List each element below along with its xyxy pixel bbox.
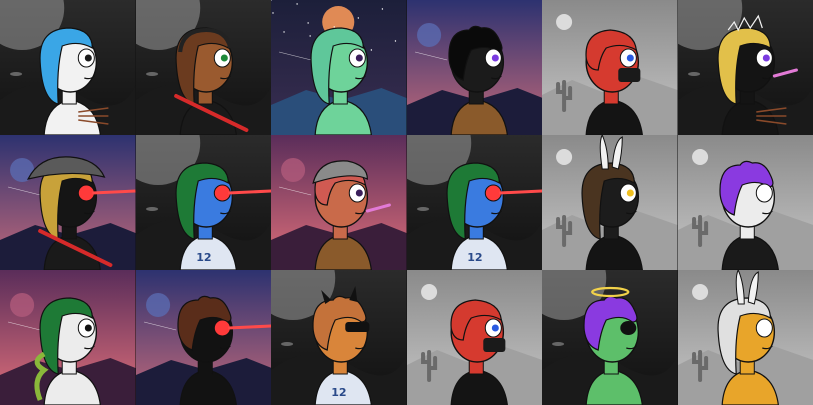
moon-shape xyxy=(691,149,708,165)
avatar-tile[interactable] xyxy=(542,0,678,135)
star-dot xyxy=(333,26,335,28)
avatar-artwork xyxy=(135,0,271,135)
star-dot xyxy=(309,35,311,37)
star-dot xyxy=(394,40,397,42)
star-dot xyxy=(381,8,384,10)
laser-eye xyxy=(77,184,95,202)
laser-eye xyxy=(484,184,502,202)
star-dot xyxy=(307,22,309,24)
laser-beam xyxy=(92,189,136,195)
moon-shape xyxy=(556,14,573,30)
star-dot xyxy=(272,12,274,14)
ufo-shape xyxy=(281,342,294,346)
ufo-shape xyxy=(145,72,158,76)
eye-iris xyxy=(84,54,92,62)
avatar-artwork xyxy=(271,135,407,270)
ufo-shape xyxy=(552,342,565,346)
moon-shape xyxy=(416,23,441,47)
ufo-shape xyxy=(416,207,429,211)
laser-eye xyxy=(213,319,231,337)
avatar-artwork xyxy=(677,0,813,135)
laser-beam xyxy=(227,324,271,330)
face-mask xyxy=(482,338,505,352)
avatar-tile[interactable] xyxy=(0,270,136,405)
star-dot xyxy=(283,31,285,33)
avatar-tile[interactable] xyxy=(677,0,813,135)
sunglasses-shape xyxy=(345,322,370,332)
avatar-tile[interactable] xyxy=(271,0,407,135)
avatar-tile[interactable] xyxy=(406,0,542,135)
laser-beam xyxy=(498,189,542,195)
eye-iris xyxy=(626,189,634,197)
moon-shape xyxy=(691,284,708,300)
avatar-tile[interactable] xyxy=(677,270,813,405)
avatar-tile[interactable] xyxy=(271,135,407,270)
avatar-artwork xyxy=(271,0,407,135)
eye-iris xyxy=(220,54,228,62)
eye-iris xyxy=(762,54,770,62)
avatar-artwork: 12 xyxy=(406,135,542,270)
ufo-shape xyxy=(687,72,700,76)
avatar-artwork: 12 xyxy=(271,270,407,405)
avatar-artwork xyxy=(0,0,136,135)
star-dot xyxy=(296,3,298,5)
eyepatch-shape xyxy=(620,321,637,335)
avatar-tile[interactable]: 12 xyxy=(406,135,542,270)
jersey-number: 12 xyxy=(331,386,346,399)
avatar-tile[interactable] xyxy=(0,135,136,270)
moon-shape xyxy=(281,158,306,182)
avatar-tile[interactable] xyxy=(406,270,542,405)
nft-avatar-grid: 12 12 12 xyxy=(0,0,813,405)
avatar-artwork: 12 xyxy=(135,135,271,270)
star-dot xyxy=(370,49,373,51)
eye-iris xyxy=(626,54,634,62)
eye-iris xyxy=(355,189,363,197)
avatar-tile[interactable] xyxy=(542,270,678,405)
ufo-shape xyxy=(10,72,23,76)
avatar-artwork xyxy=(406,0,542,135)
avatar-artwork xyxy=(542,0,678,135)
star-dot xyxy=(357,17,360,19)
avatar-tile[interactable]: 12 xyxy=(271,270,407,405)
avatar-artwork xyxy=(542,270,678,405)
avatar-artwork xyxy=(135,270,271,405)
face-mask xyxy=(618,68,641,82)
jersey-number: 12 xyxy=(196,251,211,264)
eye-iris xyxy=(491,324,499,332)
eye-iris xyxy=(762,324,770,332)
moon-shape xyxy=(556,149,573,165)
avatar-tile[interactable] xyxy=(135,0,271,135)
avatar-artwork xyxy=(0,270,136,405)
eye-iris xyxy=(355,54,363,62)
avatar-tile[interactable] xyxy=(135,270,271,405)
eye-iris xyxy=(84,324,92,332)
eye-iris xyxy=(762,189,770,197)
jersey-number: 12 xyxy=(467,251,482,264)
avatar-tile[interactable] xyxy=(677,135,813,270)
avatar-artwork xyxy=(542,135,678,270)
avatar-tile[interactable] xyxy=(0,0,136,135)
moon-shape xyxy=(420,284,437,300)
laser-beam xyxy=(227,189,271,195)
laser-eye xyxy=(213,184,231,202)
moon-shape xyxy=(10,293,35,317)
ufo-shape xyxy=(145,207,158,211)
avatar-artwork xyxy=(677,135,813,270)
avatar-artwork xyxy=(0,135,136,270)
avatar-tile[interactable] xyxy=(542,135,678,270)
eye-iris xyxy=(491,54,499,62)
avatar-tile[interactable]: 12 xyxy=(135,135,271,270)
avatar-artwork xyxy=(406,270,542,405)
moon-shape xyxy=(145,293,170,317)
avatar-artwork xyxy=(677,270,813,405)
